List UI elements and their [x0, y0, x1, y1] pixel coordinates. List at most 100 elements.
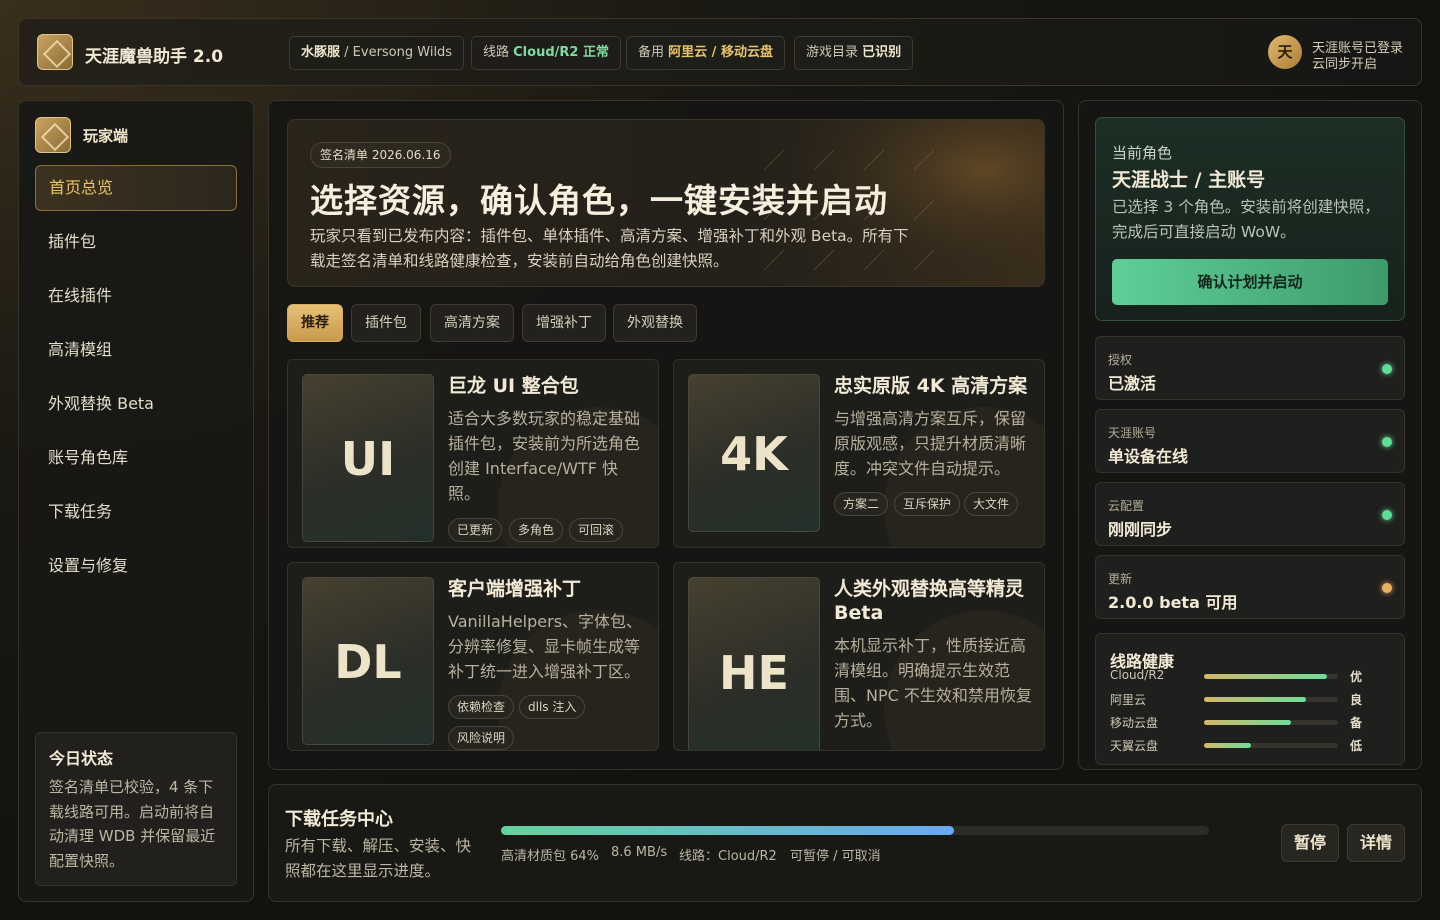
today-status-text: 签名清单已校验，4 条下载线路可用。启动前将自动清理 WDB 并保留最近配置快照… — [49, 778, 216, 870]
card-title: 巨龙 UI 整合包 — [448, 375, 579, 397]
download-speed: 8.6 MB/s — [611, 845, 668, 860]
tab-recommended[interactable]: 推荐 — [287, 304, 343, 342]
hero-description: 玩家只看到已发布内容：插件包、单体插件、高清方案、增强补丁和外观 Beta。所有… — [310, 227, 909, 270]
card-title: 客户端增强补丁 — [448, 578, 582, 600]
status-update[interactable]: 更新 2.0.0 beta 可用 — [1095, 555, 1405, 619]
status-account: 天涯账号 单设备在线 — [1095, 409, 1405, 473]
today-status-panel: 今日状态 签名清单已校验，4 条下载线路可用。启动前将自动清理 WDB 并保留最… — [35, 732, 237, 886]
server-chip[interactable]: 水豚服 / Eversong Wilds — [289, 36, 465, 70]
route-name: Cloud/R2 — [1110, 668, 1165, 682]
status-dot-icon — [1382, 583, 1392, 593]
route-health-bar — [1204, 674, 1338, 679]
route-chip-label: 线路 — [483, 45, 514, 60]
route-grade: 低 — [1350, 739, 1363, 753]
tab-appearance[interactable]: 外观替换 — [613, 304, 697, 342]
card-description: 本机显示补丁，性质接近高清模组。明确提示生效范围、NPC 不生效和禁用恢复方式。 — [834, 636, 1032, 730]
sidebar-item-addon-packs[interactable]: 插件包 — [35, 219, 237, 265]
sidebar: 玩家端 首页总览 插件包 在线插件 高清模组 外观替换 Beta 账号角色库 下… — [18, 100, 254, 902]
route-health-panel: 线路健康 Cloud/R2 优 阿里云 良 移动云盘 备 天翼云盘 低 — [1095, 633, 1405, 765]
app-title: 天涯魔兽助手 2.0 — [85, 47, 224, 67]
route-name: 移动云盘 — [1110, 716, 1159, 730]
sidebar-brand: 玩家端 — [83, 127, 129, 145]
diamond-logo-icon — [35, 117, 71, 153]
card-description: VanillaHelpers、字体包、分辨率修复、显卡帧生成等补丁统一进入增强补… — [448, 612, 643, 681]
route-chip[interactable]: 线路 Cloud/R2 正常 — [471, 36, 621, 70]
card-thumbnail: DL — [302, 577, 434, 745]
download-control-hint: 可暂停 / 可取消 — [790, 849, 881, 864]
card-tag: dlls 注入 — [519, 695, 586, 719]
resource-card[interactable]: 4K 忠实原版 4K 高清方案 与增强高清方案互斥，保留原版观感，只提升材质清晰… — [673, 359, 1045, 548]
card-description: 适合大多数玩家的稳定基础插件包，安装前为所选角色创建 Interface/WTF… — [448, 409, 641, 503]
download-center-title: 下载任务中心 — [285, 809, 393, 830]
resource-card[interactable]: HE 人类外观替换高等精灵 Beta 本机显示补丁，性质接近高清模组。明确提示生… — [673, 562, 1045, 751]
status-dot-icon — [1382, 437, 1392, 447]
details-button[interactable]: 详情 — [1347, 824, 1405, 862]
card-tag: 风险说明 — [448, 726, 515, 750]
card-description: 与增强高清方案互斥，保留原版观感，只提升材质清晰度。冲突文件自动提示。 — [834, 409, 1027, 478]
sidebar-item-downloads[interactable]: 下载任务 — [35, 489, 237, 535]
status-cloud-config: 云配置 刚刚同步 — [1095, 482, 1405, 546]
tab-patches[interactable]: 增强补丁 — [522, 304, 606, 342]
card-tag: 互斥保护 — [894, 492, 961, 516]
game-dir-value: 已识别 — [862, 45, 902, 60]
right-panel: 当前角色 天涯战士 / 主账号 已选择 3 个角色。安装前将创建快照，完成后可直… — [1078, 100, 1422, 770]
backup-chip[interactable]: 备用 阿里云 / 移动云盘 — [626, 36, 785, 70]
resource-card[interactable]: UI 巨龙 UI 整合包 适合大多数玩家的稳定基础插件包，安装前为所选角色创建 … — [287, 359, 659, 548]
manifest-tag: 签名清单 2026.06.16 — [310, 142, 451, 168]
card-title: 忠实原版 4K 高清方案 — [834, 375, 1028, 397]
game-dir-label: 游戏目录 — [806, 45, 863, 60]
role-name: 天涯战士 / 主账号 — [1112, 169, 1266, 191]
route-health-bar — [1204, 697, 1338, 702]
route-health-bar — [1204, 720, 1338, 725]
current-role-card: 当前角色 天涯战士 / 主账号 已选择 3 个角色。安装前将创建快照，完成后可直… — [1095, 117, 1405, 321]
card-tag: 大文件 — [964, 492, 1019, 516]
route-health-bar — [1204, 743, 1338, 748]
game-dir-chip[interactable]: 游戏目录 已识别 — [794, 36, 914, 70]
server-realm: / Eversong Wilds — [340, 45, 453, 60]
role-description: 已选择 3 个角色。安装前将创建快照，完成后可直接启动 WoW。 — [1112, 198, 1380, 241]
backup-chip-value: 阿里云 / 移动云盘 — [668, 45, 773, 60]
route-chip-value: Cloud/R2 正常 — [513, 45, 609, 60]
sidebar-item-overview[interactable]: 首页总览 — [35, 165, 237, 211]
status-dot-icon — [1382, 364, 1392, 374]
status-dot-icon — [1382, 510, 1392, 520]
role-label: 当前角色 — [1112, 144, 1173, 162]
card-thumbnail: UI — [302, 374, 434, 542]
card-title: 人类外观替换高等精灵 Beta — [834, 578, 1025, 624]
card-thumbnail: HE — [688, 577, 820, 750]
download-progress-bar — [501, 826, 1209, 835]
sidebar-item-appearance[interactable]: 外观替换 Beta — [35, 381, 237, 427]
route-grade: 优 — [1350, 670, 1363, 684]
sidebar-item-hd-mods[interactable]: 高清模组 — [35, 327, 237, 373]
hero-title: 选择资源，确认角色，一键安装并启动 — [310, 181, 888, 220]
resource-card[interactable]: DL 客户端增强补丁 VanillaHelpers、字体包、分辨率修复、显卡帧生… — [287, 562, 659, 751]
confirm-launch-button[interactable]: 确认计划并启动 — [1112, 259, 1388, 305]
tab-hd[interactable]: 高清方案 — [430, 304, 514, 342]
download-center-description: 所有下载、解压、安装、快照都在这里显示进度。 — [285, 837, 472, 880]
download-center: 下载任务中心 所有下载、解压、安装、快照都在这里显示进度。 高清材质包 64% … — [268, 784, 1422, 902]
card-tag: 多角色 — [509, 518, 564, 542]
hero-banner: 签名清单 2026.06.16 选择资源，确认角色，一键安装并启动 玩家只看到已… — [287, 119, 1045, 287]
main-panel: 签名清单 2026.06.16 选择资源，确认角色，一键安装并启动 玩家只看到已… — [268, 100, 1064, 770]
route-name: 阿里云 — [1110, 693, 1147, 707]
cloud-sync-status: 云同步开启 — [1312, 57, 1378, 72]
download-task-name: 高清材质包 64% — [501, 849, 600, 864]
sidebar-item-settings[interactable]: 设置与修复 — [35, 543, 237, 589]
tab-addon-packs[interactable]: 插件包 — [351, 304, 421, 342]
sidebar-item-characters[interactable]: 账号角色库 — [35, 435, 237, 481]
pause-button[interactable]: 暂停 — [1281, 824, 1339, 862]
route-name: 天翼云盘 — [1110, 739, 1159, 753]
card-thumbnail: 4K — [688, 374, 820, 532]
route-grade: 良 — [1350, 693, 1363, 707]
route-grade: 备 — [1350, 716, 1363, 730]
card-tag: 依赖检查 — [448, 695, 515, 719]
diamond-logo-icon — [37, 34, 73, 70]
backup-chip-label: 备用 — [638, 45, 669, 60]
sidebar-item-online-addons[interactable]: 在线插件 — [35, 273, 237, 319]
card-tag: 方案二 — [834, 492, 889, 516]
top-bar: 天涯魔兽助手 2.0 水豚服 / Eversong Wilds 线路 Cloud… — [18, 18, 1422, 86]
download-route: 线路：Cloud/R2 — [679, 849, 777, 864]
avatar[interactable]: 天 — [1268, 35, 1302, 69]
card-tag: 已更新 — [448, 518, 503, 542]
today-status-title: 今日状态 — [49, 749, 114, 768]
